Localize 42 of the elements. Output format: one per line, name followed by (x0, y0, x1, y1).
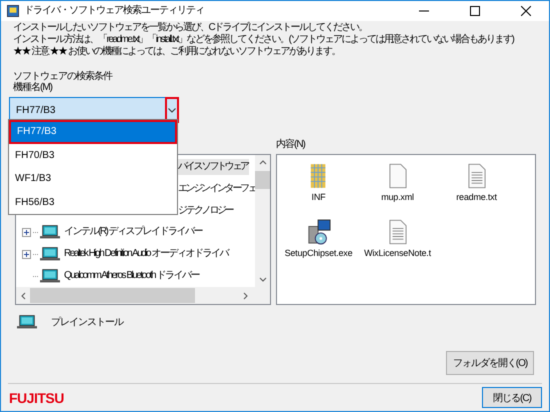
window-title: ドライバ・ソフトウェア検索ユーティリティ (24, 5, 205, 17)
file-name[interactable]: WixLicenseNote.t (364, 248, 431, 258)
legend-label: プレインストール (51, 316, 123, 328)
file-name[interactable]: INF (312, 192, 326, 202)
instruction-text: インストール方法は、「readme.txt」「install.txt」などを参照してください。(ソフトウェアによっては用意されていない場合もあります) (13, 34, 514, 46)
laptop-icon (40, 269, 60, 284)
laptop-icon (17, 314, 37, 328)
installer-icon (306, 219, 330, 245)
laptop-icon (40, 247, 60, 262)
text-file-icon (468, 163, 486, 189)
close-icon (521, 6, 531, 16)
instruction-text: ★★ 注意 ★★ お使いの機種によっては、ご利用になれないソフトウェアがあります。 (13, 46, 340, 58)
file-name[interactable]: mup.xml (381, 192, 414, 202)
text-file-icon (388, 219, 406, 245)
close-dialog-button[interactable]: 閉じる(C) (482, 387, 542, 408)
expand-icon[interactable] (22, 228, 31, 237)
horizontal-scrollbar[interactable] (16, 287, 270, 304)
expand-icon[interactable] (22, 250, 31, 259)
field-label: 機種名(M) (13, 82, 52, 93)
tree-item[interactable]: インテル(R) ディスプレイドライバー (62, 224, 204, 240)
laptop-icon (40, 225, 60, 240)
scrollbar-thumb[interactable] (30, 288, 195, 303)
tree-item[interactable]: ジ テクノロジー (177, 202, 234, 219)
minimize-icon (419, 10, 429, 12)
folder-icon (308, 163, 328, 189)
tree-item[interactable]: Realtek High Definition Audio オーディオドライバ (62, 246, 230, 262)
file-name[interactable]: SetupChipset.exe (284, 248, 352, 258)
open-folder-button[interactable]: フォルダを開く(O) (446, 351, 534, 375)
section-label: ソフトウェアの検索条件 (13, 71, 112, 82)
tree-item[interactable]: Qualcomm Atheros Bluetooth ドライバー (62, 268, 201, 284)
scrollbar-thumb[interactable] (255, 171, 270, 189)
instruction-text: インストールしたいソフトウェアを一覧から選び、Cドライブにインストールしてください。 (13, 22, 368, 34)
tree-item[interactable]: バイス ソフトウェア (177, 158, 249, 175)
logo: FUJITSU (9, 388, 64, 406)
vertical-scrollbar[interactable] (255, 155, 270, 287)
contents-label: 内容(N) (276, 139, 305, 150)
app-icon (7, 5, 19, 17)
file-name[interactable]: readme.txt (456, 192, 497, 202)
file-icon (388, 163, 406, 189)
tree-item[interactable]: エンジン インターフェ (177, 180, 255, 197)
dropdown-option[interactable]: FH77/B3 (9, 120, 177, 144)
maximize-icon (470, 6, 480, 16)
